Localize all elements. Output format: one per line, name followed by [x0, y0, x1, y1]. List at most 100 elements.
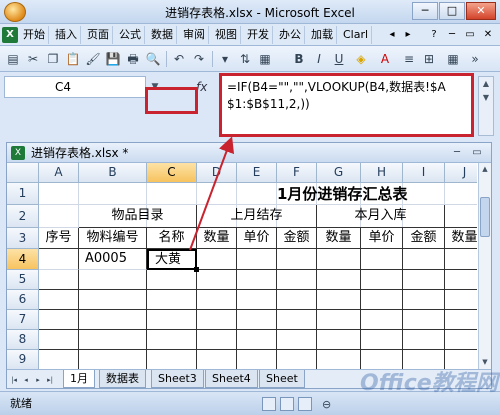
- formula-expand-icon[interactable]: ▲ ▼: [478, 76, 494, 136]
- column-header-g[interactable]: G: [317, 163, 361, 183]
- tab-insert[interactable]: 插入: [52, 26, 81, 44]
- prev-sheet-icon[interactable]: ◂: [21, 373, 31, 387]
- tab-addins[interactable]: 加载: [308, 26, 337, 44]
- column-header-f[interactable]: F: [277, 163, 317, 183]
- grid-cell[interactable]: [79, 290, 147, 310]
- tab-page[interactable]: 页面: [84, 26, 113, 44]
- grid-cell[interactable]: [197, 270, 237, 290]
- vertical-scrollbar[interactable]: ▲ ▼: [478, 163, 491, 369]
- row-header-5[interactable]: 5: [7, 270, 39, 290]
- header-amount-2[interactable]: 金额: [403, 228, 445, 249]
- cell-a4[interactable]: [39, 249, 79, 270]
- grid-cell[interactable]: [79, 330, 147, 350]
- grid-cell[interactable]: [147, 290, 197, 310]
- group-header-clipped[interactable]: [445, 205, 477, 228]
- grid-cell[interactable]: [317, 310, 361, 330]
- minimize-button[interactable]: ─: [412, 2, 438, 20]
- sheet-tab-sheet3[interactable]: Sheet3: [151, 370, 204, 388]
- grid-cell[interactable]: [147, 270, 197, 290]
- last-sheet-icon[interactable]: ▸|: [45, 373, 55, 387]
- column-header-d[interactable]: D: [197, 163, 237, 183]
- row-header-4[interactable]: 4: [7, 249, 39, 270]
- grid-cell[interactable]: [197, 183, 237, 205]
- fill-handle[interactable]: [194, 267, 199, 272]
- grid-cell[interactable]: [39, 310, 79, 330]
- grid-cell[interactable]: [403, 310, 445, 330]
- grid-cell[interactable]: [361, 310, 403, 330]
- header-qty-3[interactable]: 数量: [445, 228, 477, 249]
- grid-cell[interactable]: [39, 350, 79, 369]
- column-header-h[interactable]: H: [361, 163, 403, 183]
- grid-cell[interactable]: [39, 330, 79, 350]
- group-header-last-month[interactable]: 上月结存: [197, 205, 317, 228]
- column-header-j[interactable]: J: [445, 163, 477, 183]
- close-button[interactable]: ✕: [466, 2, 496, 20]
- tab-home[interactable]: 开始: [20, 26, 49, 44]
- spreadsheet-grid[interactable]: A B C D E F G H I J 1 2 3 4 5 6 7 8 9 1月…: [7, 163, 477, 369]
- grid-cell[interactable]: [277, 249, 317, 270]
- header-price-2[interactable]: 单价: [361, 228, 403, 249]
- name-box[interactable]: C4: [4, 76, 146, 98]
- tab-office[interactable]: 办公: [276, 26, 305, 44]
- borders-icon[interactable]: ▦: [444, 50, 462, 68]
- paste-icon[interactable]: 📋: [64, 50, 82, 68]
- sheet-title-cell[interactable]: 1月份进销存汇总表: [277, 183, 477, 205]
- grid-cell[interactable]: [79, 350, 147, 369]
- grid-cell[interactable]: [39, 205, 79, 228]
- redo-icon[interactable]: ↷: [190, 50, 208, 68]
- page-layout-icon[interactable]: [280, 397, 294, 411]
- column-header-b[interactable]: B: [79, 163, 147, 183]
- ribbon-minimize-icon[interactable]: ─: [444, 26, 460, 44]
- header-qty-2[interactable]: 数量: [317, 228, 361, 249]
- sheet-tab-data[interactable]: 数据表: [99, 370, 146, 388]
- grid-cell[interactable]: [403, 270, 445, 290]
- fill-color-icon[interactable]: ◈: [352, 50, 370, 68]
- header-qty-1[interactable]: 数量: [197, 228, 237, 249]
- grid-cell[interactable]: [361, 270, 403, 290]
- normal-view-icon[interactable]: [262, 397, 276, 411]
- grid-cell[interactable]: [277, 270, 317, 290]
- grid-cell[interactable]: [147, 350, 197, 369]
- grid-cell[interactable]: [197, 330, 237, 350]
- zoom-out-icon[interactable]: ⊖: [322, 398, 331, 411]
- print-icon[interactable]: 🖶: [124, 50, 142, 68]
- grid-cell[interactable]: [361, 330, 403, 350]
- grid-cell[interactable]: [147, 183, 197, 205]
- header-amount-1[interactable]: 金额: [277, 228, 317, 249]
- grid-cell[interactable]: [445, 310, 477, 330]
- grid-cell[interactable]: [237, 330, 277, 350]
- undo-icon[interactable]: ↶: [170, 50, 188, 68]
- save-icon[interactable]: 💾: [104, 50, 122, 68]
- undo-dropdown-icon[interactable]: ▾: [216, 50, 234, 68]
- grid-cell[interactable]: [403, 330, 445, 350]
- grid-cell[interactable]: [445, 270, 477, 290]
- grid-cell[interactable]: [277, 350, 317, 369]
- grid-cell[interactable]: [445, 249, 477, 270]
- header-item-code[interactable]: 物料编号: [79, 228, 147, 249]
- sheet-tab-sheet4[interactable]: Sheet4: [205, 370, 258, 388]
- sheet-tab-sheet5[interactable]: Sheet: [259, 370, 305, 388]
- page-break-icon[interactable]: [298, 397, 312, 411]
- tab-review[interactable]: 审阅: [180, 26, 209, 44]
- grid-cell[interactable]: [237, 350, 277, 369]
- fx-icon[interactable]: fx: [196, 76, 216, 98]
- italic-icon[interactable]: I: [310, 50, 328, 68]
- grid-cell[interactable]: [277, 310, 317, 330]
- preview-icon[interactable]: 🔍: [144, 50, 162, 68]
- grid-cell[interactable]: [197, 350, 237, 369]
- grid-cell[interactable]: [237, 290, 277, 310]
- sheet-tab-january[interactable]: 1月: [63, 370, 95, 388]
- grid-cell[interactable]: [39, 270, 79, 290]
- chart-icon[interactable]: ▦: [256, 50, 274, 68]
- grid-cell[interactable]: [237, 183, 277, 205]
- first-sheet-icon[interactable]: |◂: [9, 373, 19, 387]
- format-painter-icon[interactable]: 🖌: [84, 50, 102, 68]
- grid-cell[interactable]: [79, 270, 147, 290]
- column-header-c[interactable]: C: [147, 163, 197, 183]
- grid-cell[interactable]: [39, 290, 79, 310]
- grid-cell[interactable]: [147, 330, 197, 350]
- group-header-incoming[interactable]: 本月入库: [317, 205, 445, 228]
- grid-cell[interactable]: [317, 330, 361, 350]
- grid-cell[interactable]: [197, 290, 237, 310]
- header-seq[interactable]: 序号: [39, 228, 79, 249]
